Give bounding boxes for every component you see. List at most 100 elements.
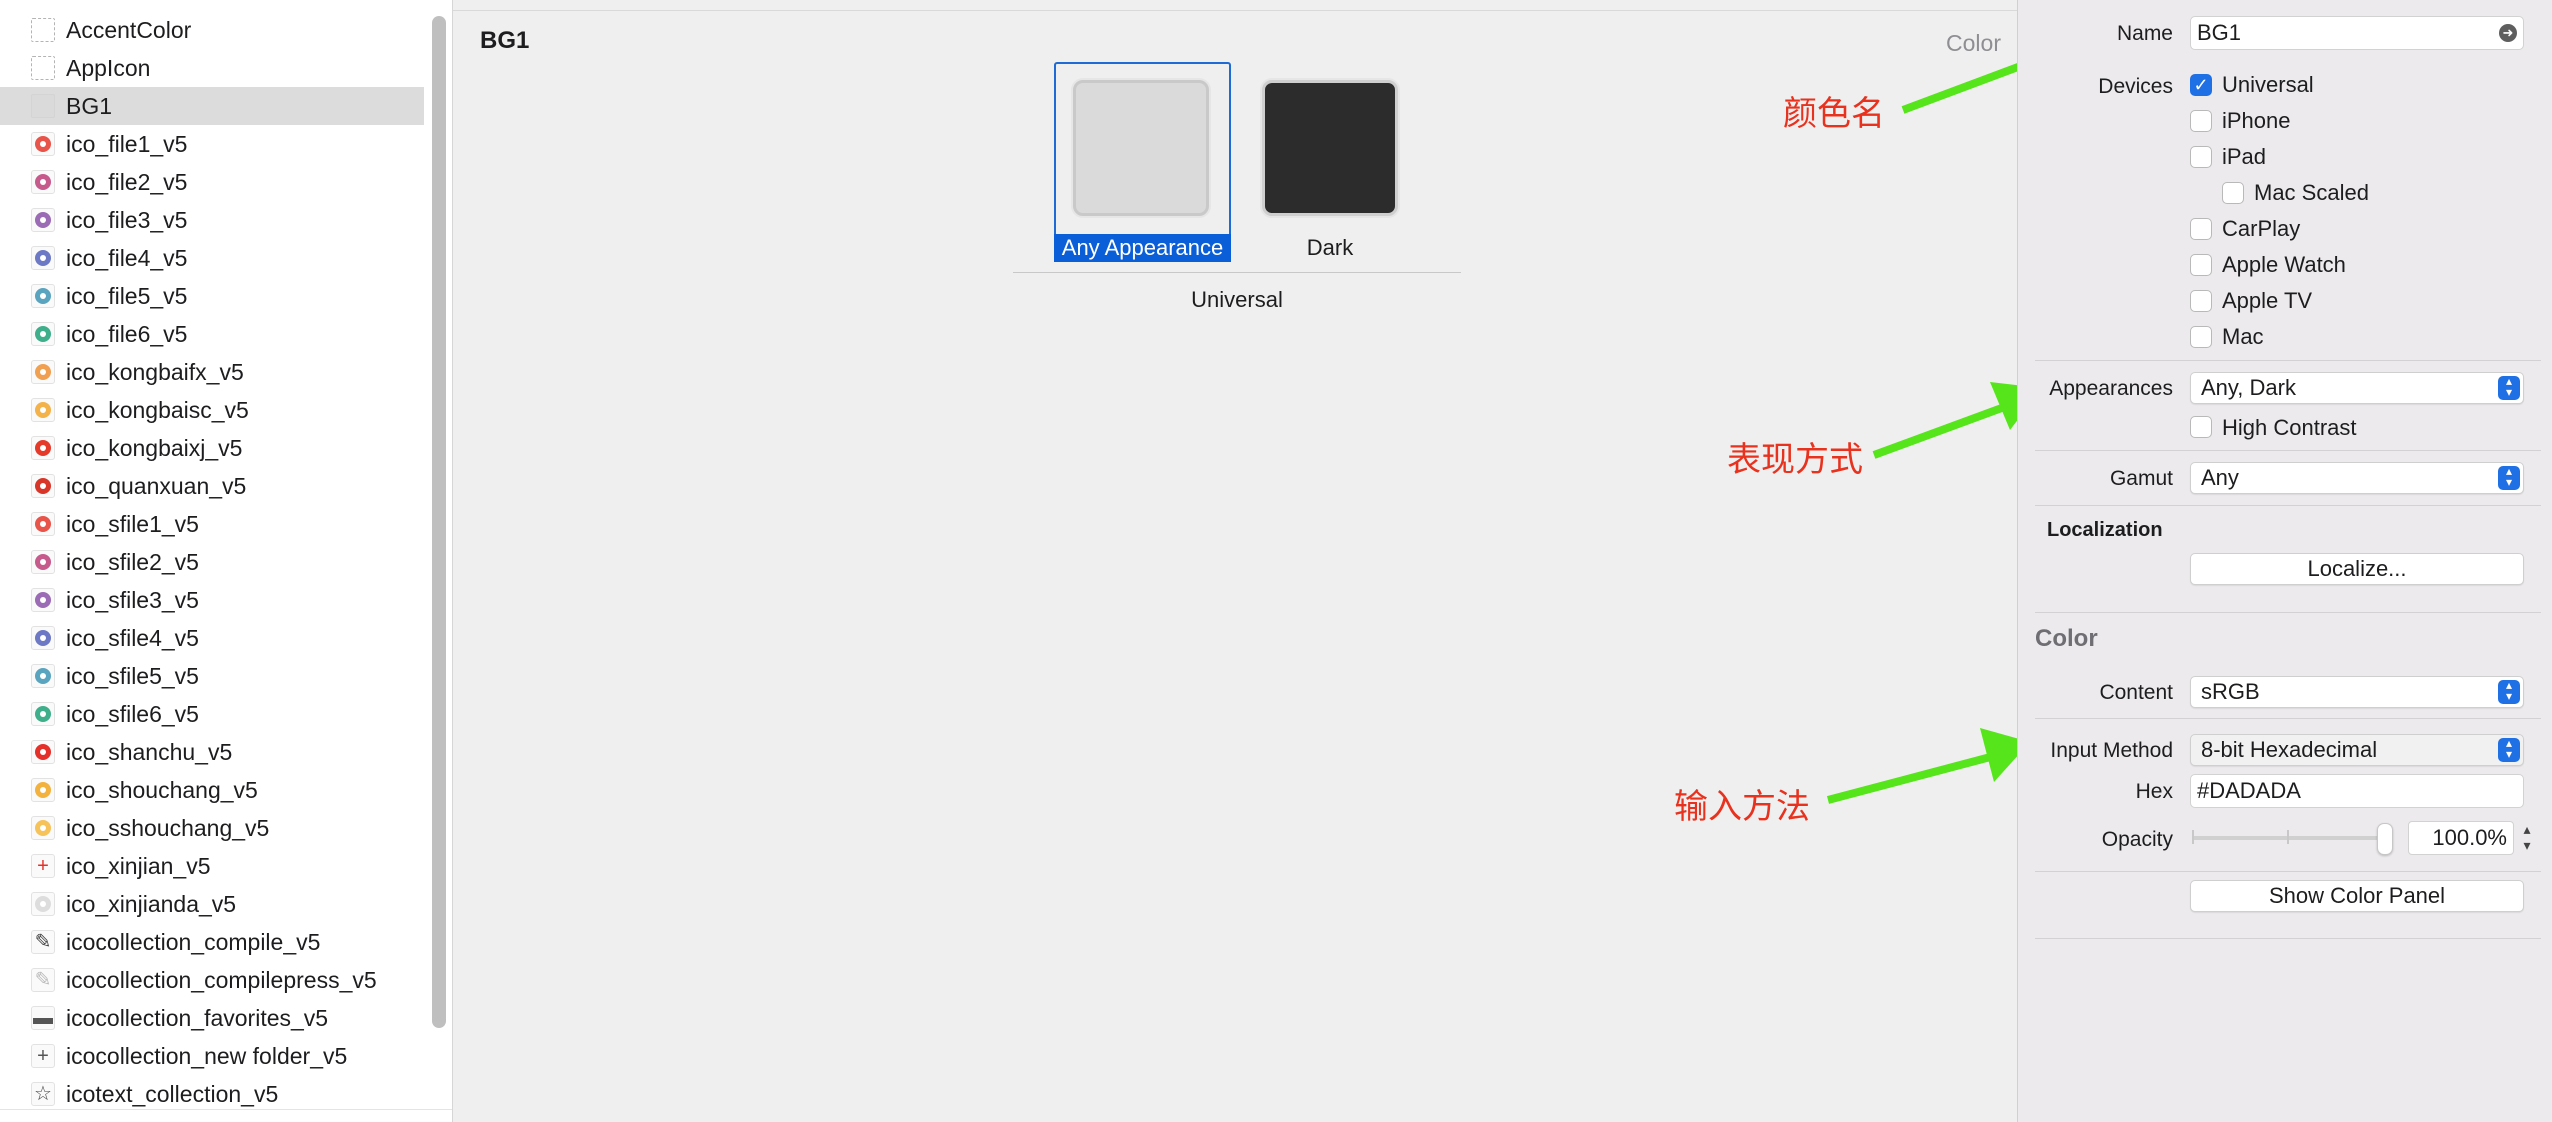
asset-list-item[interactable]: ico_quanxuan_v5 xyxy=(0,467,424,505)
device-checkbox[interactable] xyxy=(2190,110,2212,132)
section-divider xyxy=(2035,938,2541,939)
hex-label: Hex xyxy=(2135,780,2173,803)
appearances-popup[interactable]: Any, Dark ▴ ▾ xyxy=(2190,372,2524,404)
asset-type-label: Color xyxy=(1946,30,2001,56)
asset-list-item[interactable]: ▬ icocollection_favorites_v5 xyxy=(0,999,424,1037)
hex-field[interactable]: #DADADA xyxy=(2190,774,2524,808)
sidebar-scrollbar[interactable] xyxy=(432,16,446,1028)
dark-appearance-color-well[interactable] xyxy=(1262,80,1398,216)
opacity-field[interactable]: 100.0% xyxy=(2408,821,2514,855)
opacity-stepper[interactable]: ▴ ▾ xyxy=(2518,821,2536,855)
asset-list-item[interactable]: ☆ icotext_collection_v5 xyxy=(0,1075,424,1113)
popup-chevron-icon: ▴ ▾ xyxy=(2498,375,2520,400)
device-checkbox[interactable]: ✓ xyxy=(2190,74,2212,96)
go-arrow-icon[interactable]: ➜ xyxy=(2499,24,2517,42)
device-checkbox[interactable] xyxy=(2190,146,2212,168)
asset-list-item[interactable]: ico_file5_v5 xyxy=(0,277,424,315)
localize-button[interactable]: Localize... xyxy=(2190,553,2524,585)
device-checkbox[interactable] xyxy=(2190,326,2212,348)
attributes-inspector: Name BG1 ➜ Devices ✓ Universal iPhone iPad M… xyxy=(2017,0,2552,1122)
name-value: BG1 xyxy=(2197,20,2242,45)
file-dot-icon xyxy=(31,702,55,726)
asset-list-item[interactable]: + ico_xinjian_v5 xyxy=(0,847,424,885)
annotation-name-text: 颜色名 xyxy=(1783,94,1885,134)
device-checkbox[interactable] xyxy=(2190,290,2212,312)
asset-list-item[interactable]: ico_kongbaisc_v5 xyxy=(0,391,424,429)
asset-list-item[interactable]: ico_sfile6_v5 xyxy=(0,695,424,733)
any-appearance-label[interactable]: Any Appearance xyxy=(1054,234,1231,262)
show-color-panel-button[interactable]: Show Color Panel xyxy=(2190,880,2524,912)
asset-list-item[interactable]: ico_sfile2_v5 xyxy=(0,543,424,581)
minus-circle-icon xyxy=(31,740,55,764)
asset-list-item[interactable]: ico_file2_v5 xyxy=(0,163,424,201)
folder-icon: ▬ xyxy=(31,1006,55,1030)
asset-list-item[interactable]: ✎ icocollection_compile_v5 xyxy=(0,923,424,961)
asset-name-label: ico_sfile4_v5 xyxy=(66,624,199,651)
asset-name-label: ico_sfile3_v5 xyxy=(66,586,199,613)
gamut-popup[interactable]: Any ▴ ▾ xyxy=(2190,462,2524,494)
localization-header: Localization xyxy=(2047,519,2163,541)
appearances-label: Appearances xyxy=(2049,377,2173,400)
device-checkbox[interactable] xyxy=(2222,182,2244,204)
name-label: Name xyxy=(2116,22,2173,45)
any-appearance-color-well[interactable] xyxy=(1073,80,1209,216)
asset-list-item[interactable]: ✎ icocollection_compilepress_v5 xyxy=(0,961,424,999)
asset-list-item[interactable]: ico_shanchu_v5 xyxy=(0,733,424,771)
asset-list-item[interactable]: ico_file1_v5 xyxy=(0,125,424,163)
devices-label: Devices xyxy=(2098,75,2173,98)
asset-list-item[interactable]: ico_file6_v5 xyxy=(0,315,424,353)
input-method-label: Input Method xyxy=(2050,739,2173,762)
asset-name-label: ico_kongbaixj_v5 xyxy=(66,434,243,461)
asset-list-item[interactable]: ico_kongbaixj_v5 xyxy=(0,429,424,467)
asset-list-item[interactable]: AppIcon xyxy=(0,49,424,87)
asset-list-item[interactable]: AccentColor xyxy=(0,11,424,49)
asset-list-item[interactable]: ico_sfile3_v5 xyxy=(0,581,424,619)
dashed-placeholder-icon xyxy=(31,56,55,80)
file-dot-icon xyxy=(31,626,55,650)
asset-name-label: AppIcon xyxy=(66,54,151,81)
asset-list-item[interactable]: BG1 xyxy=(0,87,424,125)
device-label: iPad xyxy=(2222,144,2267,169)
content-popup[interactable]: sRGB ▴ ▾ xyxy=(2190,676,2524,708)
device-checkbox[interactable] xyxy=(2190,254,2212,276)
asset-list-item[interactable]: ico_kongbaifx_v5 xyxy=(0,353,424,391)
asset-list-item[interactable]: ico_sfile5_v5 xyxy=(0,657,424,695)
opacity-slider-knob[interactable] xyxy=(2377,823,2393,855)
asset-list-item[interactable]: ico_sshouchang_v5 xyxy=(0,809,424,847)
asset-name-label: icotext_collection_v5 xyxy=(66,1080,279,1107)
high-contrast-checkbox[interactable] xyxy=(2190,416,2212,438)
asset-name-label: icocollection_compilepress_v5 xyxy=(66,966,377,993)
asset-list-item[interactable]: ico_file3_v5 xyxy=(0,201,424,239)
asset-name-label: icocollection_new folder_v5 xyxy=(66,1042,348,1069)
name-field[interactable]: BG1 ➜ xyxy=(2190,16,2524,50)
sidebar-horizontal-scroll-area xyxy=(0,1109,452,1122)
asset-name-label: ico_file5_v5 xyxy=(66,282,188,309)
asset-list-item[interactable]: + icocollection_new folder_v5 xyxy=(0,1037,424,1075)
asset-list-item[interactable]: ico_sfile1_v5 xyxy=(0,505,424,543)
asset-list-item[interactable]: ico_file4_v5 xyxy=(0,239,424,277)
asset-name-label: ico_quanxuan_v5 xyxy=(66,472,247,499)
file-dot-icon xyxy=(31,512,55,536)
asset-name-label: icocollection_compile_v5 xyxy=(66,928,321,955)
popup-chevron-icon: ▴ ▾ xyxy=(2498,737,2520,762)
illustration-icon xyxy=(31,360,55,384)
asset-list-item[interactable]: ico_xinjianda_v5 xyxy=(0,885,424,923)
asset-name-label: AccentColor xyxy=(66,16,192,43)
asset-list-item[interactable]: ico_sfile4_v5 xyxy=(0,619,424,657)
illustration-icon xyxy=(31,398,55,422)
device-checkbox[interactable] xyxy=(2190,218,2212,240)
input-method-popup[interactable]: 8-bit Hexadecimal ▴ ▾ xyxy=(2190,734,2524,766)
high-contrast-label: High Contrast xyxy=(2222,415,2357,440)
gamut-label: Gamut xyxy=(2109,467,2173,490)
plus-icon: + xyxy=(31,1044,55,1068)
content-label: Content xyxy=(2099,681,2173,704)
color-swatch-icon xyxy=(31,94,55,118)
popup-chevron-icon: ▴ ▾ xyxy=(2498,465,2520,490)
opacity-slider-track[interactable] xyxy=(2192,830,2384,844)
dark-appearance-label[interactable]: Dark xyxy=(1248,234,1412,262)
check-circle-icon xyxy=(31,474,55,498)
asset-list-item[interactable]: ico_shouchang_v5 xyxy=(0,771,424,809)
popup-chevron-icon: ▴ ▾ xyxy=(2498,679,2520,704)
pencil-icon: ✎ xyxy=(31,930,55,954)
star-icon: ☆ xyxy=(31,1082,55,1106)
